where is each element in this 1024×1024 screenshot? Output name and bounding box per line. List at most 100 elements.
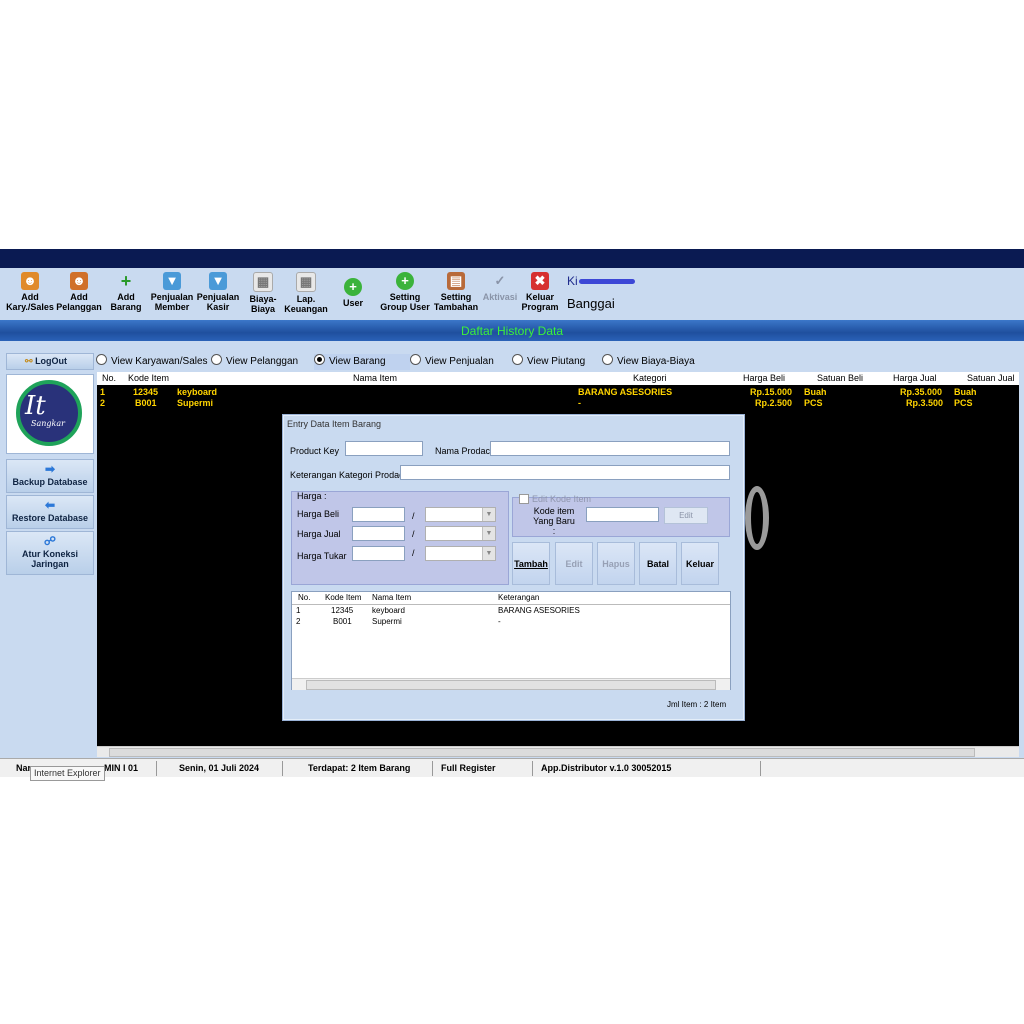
radio-view-barang[interactable]: View Barang (314, 354, 416, 370)
aktivasi-button[interactable]: ✓ Aktivasi (481, 272, 519, 302)
radio-view-pelanggan[interactable]: View Pelanggan (211, 354, 305, 370)
penjualan-member-button[interactable]: ▼ Penjualan Member (150, 272, 194, 312)
title-bar (0, 249, 1024, 268)
biaya-button[interactable]: ▦ Biaya-Biaya (247, 272, 279, 314)
nama-prodact-input[interactable] (490, 441, 730, 456)
logo: It Sangkar (6, 374, 94, 454)
horizontal-scrollbar[interactable] (97, 746, 1019, 757)
col-harga-beli: Harga Beli (743, 373, 786, 383)
satuan-jual-select[interactable]: ▼ (425, 526, 496, 541)
logout-button[interactable]: ⚯ LogOut (6, 353, 94, 370)
section-bar: Daftar History Data (0, 320, 1024, 341)
harga-beli-input[interactable] (352, 507, 405, 522)
harga-jual-label: Harga Jual (297, 529, 341, 539)
status-user: Nar (16, 763, 32, 773)
col-no: No. (102, 373, 117, 383)
keterangan-label: Keterangan Kategori Prodact (290, 470, 407, 480)
status-level: MIN I 01 (104, 763, 139, 773)
entry-dialog: Entry Data Item Barang Product Key Nama … (282, 414, 745, 721)
edit-button[interactable]: Edit (555, 542, 593, 585)
user-name: Ki (567, 274, 635, 288)
list-item[interactable]: 1 12345 keyboard BARANG ASESORIES (292, 606, 730, 616)
scroll-thumb[interactable] (109, 748, 975, 757)
kode-baru-input[interactable] (586, 507, 659, 522)
list-item[interactable]: 2 B001 Supermi - (292, 617, 730, 627)
plus-circle-icon: + (344, 278, 362, 296)
tambah-button[interactable]: Tambah (512, 542, 550, 585)
col-nama-item: Nama Item (353, 373, 398, 383)
col-kategori: Kategori (633, 373, 667, 383)
books-icon: ▤ (447, 272, 465, 290)
edit-kode-group: Edit Kode Item Kode item Yang Baru : Edi… (512, 494, 730, 537)
divider (532, 761, 533, 776)
kode-baru-label: Kode item Yang Baru : (533, 506, 575, 536)
col-harga-jual: Harga Jual (893, 373, 937, 383)
close-icon: ✖ (531, 272, 549, 290)
add-pelanggan-button[interactable]: ☻ Add Pelanggan (56, 272, 102, 312)
network-icon: ☍ (43, 534, 57, 548)
tooltip: Internet Explorer (30, 766, 105, 781)
radio-circle (314, 354, 325, 365)
table-row[interactable]: 1 12345 keyboard BARANG ASESORIES Rp.15.… (97, 387, 1019, 398)
chevron-down-icon: ▼ (482, 527, 495, 540)
satuan-tukar-select[interactable]: ▼ (425, 546, 496, 561)
radio-circle (96, 354, 107, 365)
keluar-program-button[interactable]: ✖ Keluar Program (520, 272, 560, 312)
radio-view-penjualan[interactable]: View Penjualan (410, 354, 504, 370)
divider (282, 761, 283, 776)
col-satuan-beli: Satuan Beli (817, 373, 864, 383)
harga-jual-input[interactable] (352, 526, 405, 541)
radio-view-biaya[interactable]: View Biaya-Biaya (602, 354, 710, 370)
hapus-button[interactable]: Hapus (597, 542, 635, 585)
product-key-label: Product Key (290, 446, 340, 456)
cart-icon: ▼ (163, 272, 181, 290)
chevron-down-icon: ▼ (482, 547, 495, 560)
key-icon: ⚯ (25, 356, 33, 366)
table-row[interactable]: 2 B001 Supermi - Rp.2.500 PCS Rp.3.500 P… (97, 398, 1019, 409)
col-satuan-jual: Satuan Jual (967, 373, 1015, 383)
lap-keuangan-button[interactable]: ▦ Lap. Keuangan (283, 272, 329, 314)
restore-database-button[interactable]: ⬅ Restore Database (6, 495, 94, 529)
status-register: Full Register (441, 763, 496, 773)
product-key-input[interactable] (345, 441, 423, 456)
radio-circle (211, 354, 222, 365)
status-date: Senin, 01 Juli 2024 (179, 763, 260, 773)
add-barang-button[interactable]: + Add Barang (108, 272, 144, 312)
view-selector: View Karyawan/Sales View Pelanggan View … (96, 354, 1024, 370)
edit-kode-check-label: Edit Kode Item (532, 494, 592, 504)
satuan-beli-select[interactable]: ▼ (425, 507, 496, 522)
keterangan-input[interactable] (400, 465, 730, 480)
penjualan-kasir-button[interactable]: ▼ Penjualan Kasir (196, 272, 240, 312)
harga-tukar-label: Harga Tukar (297, 551, 347, 561)
keluar-button[interactable]: Keluar (681, 542, 719, 585)
section-title: Daftar History Data (460, 324, 564, 338)
add-karyawan-button[interactable]: ☻ Add Kary./Sales (4, 272, 56, 312)
cart-icon: ▼ (209, 272, 227, 290)
edit-kode-checkbox[interactable] (519, 494, 529, 504)
scroll-thumb[interactable] (306, 680, 716, 690)
plus-icon: + (120, 271, 132, 291)
arrow-left-icon: ⬅ (44, 498, 56, 512)
plus-circle-icon: + (396, 272, 414, 290)
city-label: Banggai (567, 296, 615, 311)
atur-koneksi-button[interactable]: ☍ Atur Koneksi Jaringan (6, 531, 94, 575)
radio-view-piutang[interactable]: View Piutang (512, 354, 600, 370)
user-button[interactable]: + User (336, 278, 370, 308)
divider (156, 761, 157, 776)
toolbar: ☻ Add Kary./Sales ☻ Add Pelanggan + Add … (0, 268, 1024, 320)
status-bar: Nar MIN I 01 Senin, 01 Juli 2024 Terdapa… (0, 758, 1024, 777)
radio-view-karyawan[interactable]: View Karyawan/Sales (96, 354, 214, 370)
batal-button[interactable]: Batal (639, 542, 677, 585)
status-count: Terdapat: 2 Item Barang (308, 763, 411, 773)
harga-tukar-input[interactable] (352, 546, 405, 561)
setting-tambahan-button[interactable]: ▤ Setting Tambahan (432, 272, 480, 312)
setting-group-user-button[interactable]: + Setting Group User (378, 272, 432, 312)
grid-header: No. Kode Item Nama Item Kategori Harga B… (97, 372, 1019, 385)
divider (432, 761, 433, 776)
item-list[interactable]: No. Kode Item Nama Item Keterangan 1 123… (291, 591, 731, 690)
table-icon: ▦ (296, 272, 316, 292)
harga-beli-label: Harga Beli (297, 509, 340, 519)
backup-database-button[interactable]: ➡ Backup Database (6, 459, 94, 493)
edit-kode-button[interactable]: Edit (664, 507, 708, 524)
list-scrollbar[interactable] (292, 678, 730, 690)
